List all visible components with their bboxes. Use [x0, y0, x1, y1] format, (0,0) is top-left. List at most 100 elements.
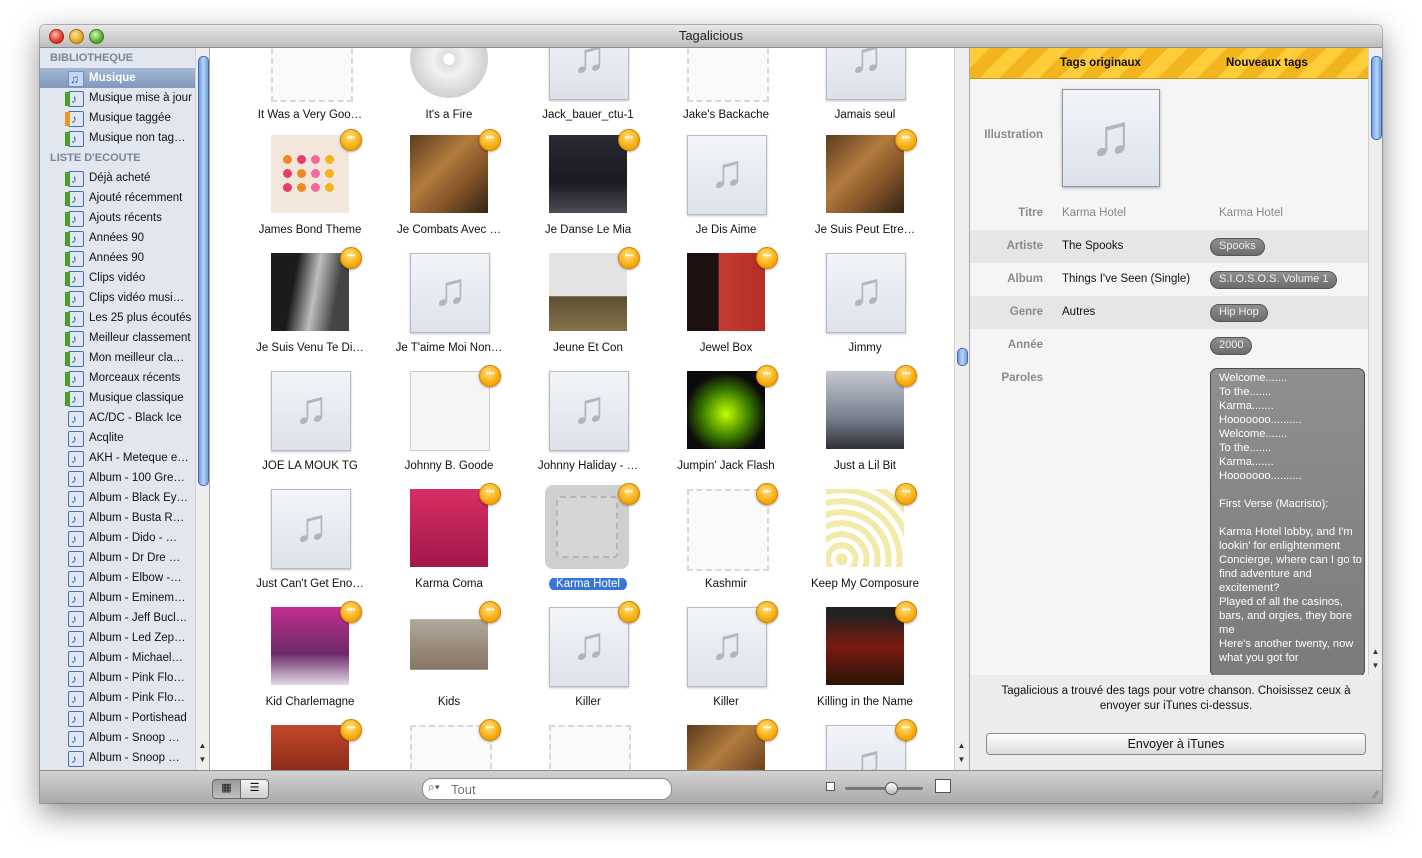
sidebar-item-playlists-20[interactable]: Album - Elbow -…	[40, 568, 209, 588]
sidebar-item-playlists-26[interactable]: Album - Pink Flo…	[40, 688, 209, 708]
send-to-itunes-button[interactable]: Envoyer à iTunes	[986, 733, 1366, 755]
search-input[interactable]	[449, 781, 663, 798]
artwork-placeholder[interactable]: ♫	[826, 725, 906, 770]
sidebar-item-playlists-18[interactable]: Album - Dido - …	[40, 528, 209, 548]
empty-artwork[interactable]	[687, 489, 769, 571]
large-artwork-icon[interactable]	[935, 779, 951, 793]
album-tile[interactable]: ••• Jumpin' Jack Flash	[657, 365, 795, 489]
album-tile[interactable]: ••• Karma Hotel	[519, 483, 657, 607]
sidebar-item-playlists-23[interactable]: Album - Led Zep…	[40, 628, 209, 648]
tags-found-badge-icon[interactable]: •••	[895, 129, 917, 151]
artwork-placeholder[interactable]: ♫	[549, 48, 629, 100]
sidebar-item-playlists-11[interactable]: Musique classique	[40, 388, 209, 408]
album-tile[interactable]: ••• Je Suis Peut Être…	[796, 129, 934, 253]
artwork-placeholder[interactable]: ♫	[549, 607, 629, 687]
tag-scroll-down-arrow[interactable]: ▼	[1369, 660, 1382, 672]
album-tile[interactable]: ••• Jeune Et Con	[519, 247, 657, 371]
tags-found-badge-icon[interactable]: •••	[618, 129, 640, 151]
sidebar-item-playlists-4[interactable]: Années 90	[40, 248, 209, 268]
resize-grip-icon[interactable]: ⁄⁄	[1374, 789, 1378, 801]
sidebar-item-playlists-3[interactable]: Années 90	[40, 228, 209, 248]
tags-found-badge-icon[interactable]: •••	[895, 483, 917, 505]
album-cover[interactable]	[687, 725, 765, 770]
sidebar-item-playlists-19[interactable]: Album - Dr Dre …	[40, 548, 209, 568]
sidebar-item-playlists-13[interactable]: Acqlite	[40, 428, 209, 448]
artwork-placeholder[interactable]: ♫	[549, 371, 629, 451]
album-tile[interactable]: ••• Kid Charlemagne	[241, 601, 379, 725]
album-tile[interactable]: It Was a Very Goo…	[241, 48, 379, 138]
tags-found-badge-icon[interactable]: •••	[479, 601, 501, 623]
small-artwork-icon[interactable]	[826, 782, 835, 791]
original-tag-value[interactable]: Autres	[1062, 306, 1095, 318]
sidebar-item-library-1[interactable]: Musique mise à jour	[40, 88, 209, 108]
album-tile[interactable]: ••• Jewel Box	[657, 247, 795, 371]
album-tile[interactable]: ••• Kashmir	[657, 483, 795, 607]
album-cover[interactable]	[271, 253, 349, 331]
album-tile[interactable]: ♫ JOE LA MOUK TG	[241, 371, 379, 489]
sidebar-item-playlists-27[interactable]: Album - Portishead	[40, 708, 209, 728]
minimize-window-button[interactable]	[69, 29, 84, 44]
sidebar-item-library-3[interactable]: Musique non tag…	[40, 128, 209, 148]
album-tile[interactable]: ♫ Jimmy	[796, 253, 934, 371]
tags-found-badge-icon[interactable]: •••	[756, 483, 778, 505]
new-tag-value[interactable]: 2000	[1210, 337, 1253, 355]
album-tile[interactable]: ♫ ••• Killer	[519, 601, 657, 725]
sidebar-item-playlists-6[interactable]: Clips vidéo musi…	[40, 288, 209, 308]
original-tag-value[interactable]: The Spooks	[1062, 240, 1123, 252]
sidebar-item-playlists-29[interactable]: Album - Snoop …	[40, 748, 209, 768]
sidebar-item-playlists-25[interactable]: Album - Pink Flo…	[40, 668, 209, 688]
artwork-placeholder[interactable]: ♫	[271, 489, 351, 569]
artwork-placeholder[interactable]: ♫	[271, 371, 351, 451]
album-tile[interactable]: ••• James Bond Theme	[241, 129, 379, 253]
tags-found-badge-icon[interactable]: •••	[618, 483, 640, 505]
empty-artwork[interactable]	[687, 48, 769, 102]
album-tile[interactable]: ♫ Jack_bauer_ctu-1	[519, 48, 657, 138]
album-cover[interactable]	[410, 135, 488, 213]
new-tag-value[interactable]: Karma Hotel	[1219, 207, 1283, 219]
empty-artwork[interactable]	[271, 48, 353, 102]
album-tile[interactable]: •••	[657, 719, 795, 770]
artwork-placeholder[interactable]: ♫	[687, 607, 767, 687]
album-tile[interactable]: ♫ Je T'aime Moi Non…	[380, 253, 518, 371]
album-tile[interactable]: ••• Je Suis Venu Te Di…	[241, 247, 379, 371]
sidebar-item-playlists-17[interactable]: Album - Busta R…	[40, 508, 209, 528]
selected-artwork[interactable]	[545, 485, 629, 569]
sidebar-item-playlists-7[interactable]: Les 25 plus écoutés	[40, 308, 209, 328]
list-view-button[interactable]: ☰	[240, 779, 269, 799]
album-tile[interactable]: ••• Johnny B. Goode	[380, 365, 518, 489]
artwork-placeholder[interactable]: ♫	[826, 253, 906, 333]
sidebar-item-playlists-22[interactable]: Album - Jeff Bucl…	[40, 608, 209, 628]
tags-found-badge-icon[interactable]: •••	[479, 719, 501, 741]
album-tile[interactable]: ♫ •••	[796, 719, 934, 770]
artwork-placeholder[interactable]: ♫	[687, 135, 767, 215]
tags-found-badge-icon[interactable]: •••	[340, 129, 362, 151]
artwork-placeholder[interactable]: ♫	[410, 253, 490, 333]
sidebar-item-playlists-16[interactable]: Album - Black Ey…	[40, 488, 209, 508]
album-cover[interactable]	[826, 371, 904, 449]
album-cover[interactable]	[826, 489, 904, 567]
grid-scroll-thumb[interactable]	[957, 348, 968, 366]
grid-scrollbar[interactable]: ▲ ▼	[954, 48, 968, 770]
tag-scroll-thumb[interactable]	[1371, 56, 1382, 140]
album-cover[interactable]	[271, 607, 349, 685]
album-tile[interactable]: ••• Kids	[380, 601, 518, 725]
tags-found-badge-icon[interactable]: •••	[340, 601, 362, 623]
tags-found-badge-icon[interactable]: •••	[618, 247, 640, 269]
album-tile[interactable]: ••• Killing in the Name	[796, 601, 934, 725]
tags-found-badge-icon[interactable]: •••	[756, 601, 778, 623]
album-cover[interactable]	[271, 135, 349, 213]
tags-found-badge-icon[interactable]: •••	[479, 483, 501, 505]
new-tag-value[interactable]: Spooks	[1210, 238, 1265, 256]
album-cover[interactable]	[410, 371, 490, 451]
album-tile[interactable]: ••• Je Combats Avec …	[380, 129, 518, 253]
tags-found-badge-icon[interactable]: •••	[756, 247, 778, 269]
sidebar-item-playlists-28[interactable]: Album - Snoop …	[40, 728, 209, 748]
search-field[interactable]: ⌕▾	[422, 778, 672, 800]
grid-scroll-up-arrow[interactable]: ▲	[955, 740, 968, 752]
tags-found-badge-icon[interactable]: •••	[340, 719, 362, 741]
tags-found-badge-icon[interactable]: •••	[618, 601, 640, 623]
album-tile[interactable]: ♫ ••• Killer	[657, 601, 795, 725]
tags-found-badge-icon[interactable]: •••	[756, 365, 778, 387]
tags-found-badge-icon[interactable]: •••	[479, 365, 501, 387]
artwork-placeholder[interactable]: ♫	[826, 48, 906, 100]
